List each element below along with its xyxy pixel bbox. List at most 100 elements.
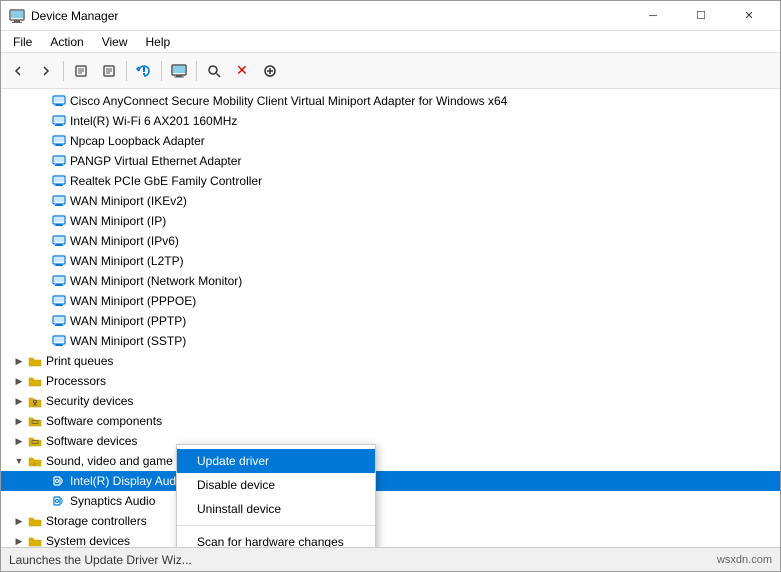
toolbar-update-button[interactable] [131, 58, 157, 84]
tree-item-intel-wifi-label: Intel(R) Wi-Fi 6 AX201 160MHz [70, 114, 237, 128]
maximize-button[interactable]: ☐ [678, 1, 724, 31]
monitor-icon [51, 133, 67, 149]
tree-item-processors[interactable]: ▶ Processors [1, 371, 780, 391]
tree-item-intel-wifi[interactable]: Intel(R) Wi-Fi 6 AX201 160MHz [1, 111, 780, 131]
status-branding: wsxdn.com [717, 554, 772, 566]
menu-view[interactable]: View [94, 33, 136, 51]
tree-item-cisco[interactable]: Cisco AnyConnect Secure Mobility Client … [1, 91, 780, 111]
tree-item-system-label: System devices [46, 534, 130, 547]
expand-icon-security: ▶ [11, 393, 27, 409]
toolbar-properties-button[interactable] [68, 58, 94, 84]
tree-item-processors-label: Processors [46, 374, 106, 388]
toolbar-scan-button[interactable] [201, 58, 227, 84]
tree-item-sw-components-label: Software components [46, 414, 162, 428]
toolbar-back-button[interactable] [5, 58, 31, 84]
toolbar-uninstall-button[interactable]: ✕ [229, 58, 255, 84]
tree-item-realtek[interactable]: Realtek PCIe GbE Family Controller [1, 171, 780, 191]
expand-icon-print: ▶ [11, 353, 27, 369]
tree-item-intel-display-audio-label: Intel(R) Display Audio [70, 474, 185, 488]
monitor-icon [51, 193, 67, 209]
tree-item-wan-ipv6[interactable]: WAN Miniport (IPv6) [1, 231, 780, 251]
tree-item-wan-ikev2[interactable]: WAN Miniport (IKEv2) [1, 191, 780, 211]
sw-folder-icon [27, 433, 43, 449]
tree-item-storage[interactable]: ▶ Storage controllers [1, 511, 780, 531]
expand-icon-storage: ▶ [11, 513, 27, 529]
tree-item-wan-network-label: WAN Miniport (Network Monitor) [70, 274, 242, 288]
toolbar-separator-1 [63, 61, 64, 81]
tree-item-synaptics[interactable]: Synaptics Audio [1, 491, 780, 511]
tree-item-wan-sstp-label: WAN Miniport (SSTP) [70, 334, 186, 348]
tree-item-security-label: Security devices [46, 394, 133, 408]
toolbar-add-button[interactable] [257, 58, 283, 84]
tree-item-synaptics-label: Synaptics Audio [70, 494, 155, 508]
tree-item-wan-ikev2-label: WAN Miniport (IKEv2) [70, 194, 187, 208]
tree-item-software-components[interactable]: ▶ Software components [1, 411, 780, 431]
menu-action[interactable]: Action [42, 33, 91, 51]
tree-item-intel-display-audio[interactable]: Intel(R) Display Audio [1, 471, 780, 491]
no-expand-icon [35, 273, 51, 289]
monitor-icon [51, 173, 67, 189]
tree-item-wan-l2tp[interactable]: WAN Miniport (L2TP) [1, 251, 780, 271]
minimize-button[interactable]: ─ [630, 1, 676, 31]
monitor-icon [51, 153, 67, 169]
monitor-icon [51, 93, 67, 109]
toolbar-monitor-button[interactable] [166, 58, 192, 84]
tree-item-npcap[interactable]: Npcap Loopback Adapter [1, 131, 780, 151]
tree-item-wan-sstp[interactable]: WAN Miniport (SSTP) [1, 331, 780, 351]
tree-item-sw-devices-label: Software devices [46, 434, 137, 448]
device-tree[interactable]: Cisco AnyConnect Secure Mobility Client … [1, 89, 780, 547]
tree-item-print-queues[interactable]: ▶ Print queues [1, 351, 780, 371]
toolbar-separator-4 [196, 61, 197, 81]
menu-bar: File Action View Help [1, 31, 780, 53]
close-button[interactable]: ✕ [726, 1, 772, 31]
expand-icon-sw-devices: ▶ [11, 433, 27, 449]
toolbar-properties2-button[interactable] [96, 58, 122, 84]
tree-item-system[interactable]: ▶ System devices [1, 531, 780, 547]
ctx-disable-device[interactable]: Disable device [177, 473, 375, 497]
ctx-update-driver[interactable]: Update driver [177, 449, 375, 473]
monitor-icon [51, 313, 67, 329]
menu-file[interactable]: File [5, 33, 40, 51]
monitor-icon [51, 253, 67, 269]
status-text: Launches the Update Driver Wiz... [9, 553, 192, 567]
sw-folder-icon [27, 413, 43, 429]
tree-item-wan-ip[interactable]: WAN Miniport (IP) [1, 211, 780, 231]
no-expand-icon [35, 333, 51, 349]
tree-item-sound-video[interactable]: ▼ ♪ Sound, video and game controllers [1, 451, 780, 471]
toolbar-forward-button[interactable] [33, 58, 59, 84]
no-expand-icon [35, 473, 51, 489]
tree-item-security-devices[interactable]: ▶ Security devices [1, 391, 780, 411]
tree-item-wan-network[interactable]: WAN Miniport (Network Monitor) [1, 271, 780, 291]
tree-item-wan-pptp[interactable]: WAN Miniport (PPTP) [1, 311, 780, 331]
status-bar: Launches the Update Driver Wiz... wsxdn.… [1, 547, 780, 571]
tree-item-wan-pppoe[interactable]: WAN Miniport (PPPOE) [1, 291, 780, 311]
monitor-icon [51, 273, 67, 289]
no-expand-icon [35, 153, 51, 169]
monitor-icon [51, 233, 67, 249]
sound-folder-icon: ♪ [27, 453, 43, 469]
app-icon [9, 8, 25, 24]
menu-help[interactable]: Help [138, 33, 179, 51]
context-menu: Update driver Disable device Uninstall d… [176, 444, 376, 547]
no-expand-icon [35, 293, 51, 309]
tree-item-software-devices[interactable]: ▶ Software devices [1, 431, 780, 451]
tree-item-wan-pptp-label: WAN Miniport (PPTP) [70, 314, 186, 328]
no-expand-icon [35, 253, 51, 269]
tree-item-print-queues-label: Print queues [46, 354, 113, 368]
toolbar: ✕ [1, 53, 780, 89]
folder-icon [27, 353, 43, 369]
tree-item-wan-l2tp-label: WAN Miniport (L2TP) [70, 254, 184, 268]
tree-item-wan-pppoe-label: WAN Miniport (PPPOE) [70, 294, 196, 308]
monitor-icon [51, 113, 67, 129]
tree-item-pangp[interactable]: PANGP Virtual Ethernet Adapter [1, 151, 780, 171]
expand-icon-system: ▶ [11, 533, 27, 547]
ctx-scan-changes[interactable]: Scan for hardware changes [177, 530, 375, 547]
toolbar-separator-2 [126, 61, 127, 81]
tree-item-cisco-label: Cisco AnyConnect Secure Mobility Client … [70, 94, 507, 108]
monitor-icon [51, 333, 67, 349]
no-expand-icon [35, 113, 51, 129]
ctx-uninstall-device[interactable]: Uninstall device [177, 497, 375, 521]
no-expand-icon [35, 93, 51, 109]
tree-item-pangp-label: PANGP Virtual Ethernet Adapter [70, 154, 241, 168]
expand-icon-sw-components: ▶ [11, 413, 27, 429]
